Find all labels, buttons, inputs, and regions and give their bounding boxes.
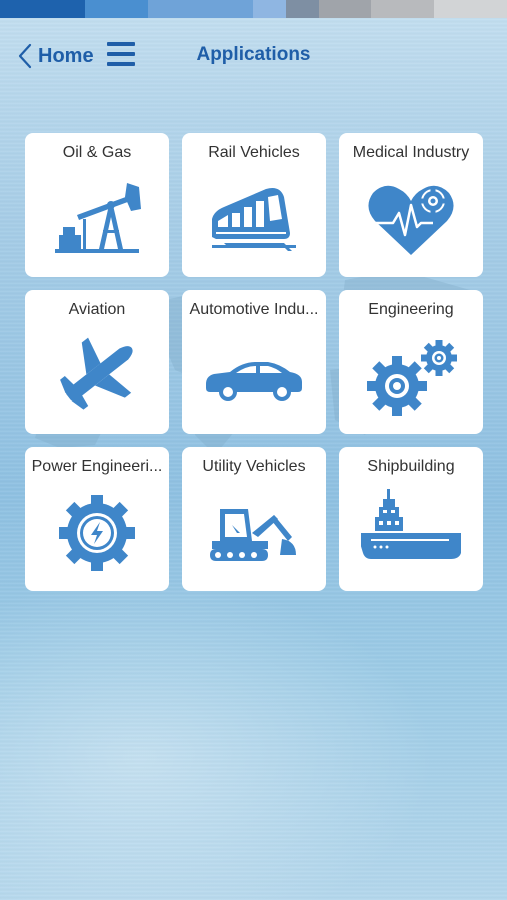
gears-icon bbox=[367, 340, 457, 416]
car-icon bbox=[206, 362, 302, 401]
tile-label: Aviation bbox=[68, 301, 126, 318]
back-label: Home bbox=[38, 44, 94, 67]
tile-automotive-industry[interactable]: Automotive Indu... bbox=[182, 290, 326, 434]
strip-segment bbox=[434, 0, 507, 18]
strip-segment bbox=[0, 0, 85, 18]
tile-aviation[interactable]: Aviation bbox=[25, 290, 169, 434]
top-color-strip bbox=[0, 0, 507, 18]
tile-power-engineering[interactable]: Power Engineeri... bbox=[25, 447, 169, 591]
tile-utility-vehicles[interactable]: Utility Vehicles bbox=[182, 447, 326, 591]
power-gear-icon bbox=[59, 495, 135, 571]
strip-segment bbox=[319, 0, 371, 18]
excavator-icon bbox=[210, 509, 296, 561]
back-button[interactable]: Home bbox=[18, 40, 94, 72]
ship-icon bbox=[361, 489, 461, 559]
oil-pump-icon bbox=[55, 183, 141, 253]
strip-segment bbox=[286, 0, 319, 18]
chevron-left-icon bbox=[18, 43, 32, 69]
strip-segment bbox=[85, 0, 148, 18]
tile-label: Automotive Indu... bbox=[189, 301, 319, 318]
tile-label: Oil & Gas bbox=[62, 144, 132, 161]
strip-segment bbox=[253, 0, 286, 18]
tile-label: Utility Vehicles bbox=[202, 458, 306, 475]
tile-shipbuilding[interactable]: Shipbuilding bbox=[339, 447, 483, 591]
strip-segment bbox=[148, 0, 253, 18]
tile-medical-industry[interactable]: Medical Industry bbox=[339, 133, 483, 277]
tile-label: Power Engineeri... bbox=[31, 458, 163, 475]
tile-label: Shipbuilding bbox=[367, 458, 455, 475]
applications-grid: Oil & Gas Rail Vehicles Medical Industry… bbox=[25, 133, 483, 591]
strip-segment bbox=[371, 0, 434, 18]
heart-gear-icon bbox=[368, 185, 454, 255]
tile-rail-vehicles[interactable]: Rail Vehicles bbox=[182, 133, 326, 277]
tile-label: Rail Vehicles bbox=[208, 144, 300, 161]
page-title: Applications bbox=[196, 44, 311, 65]
app-header: Home Applications bbox=[0, 18, 507, 94]
airplane-icon bbox=[60, 337, 133, 410]
train-icon bbox=[212, 188, 296, 251]
tile-engineering[interactable]: Engineering bbox=[339, 290, 483, 434]
tile-oil-gas[interactable]: Oil & Gas bbox=[25, 133, 169, 277]
hamburger-menu-icon[interactable] bbox=[107, 40, 135, 68]
tile-label: Engineering bbox=[368, 301, 454, 318]
tile-label: Medical Industry bbox=[352, 144, 470, 161]
